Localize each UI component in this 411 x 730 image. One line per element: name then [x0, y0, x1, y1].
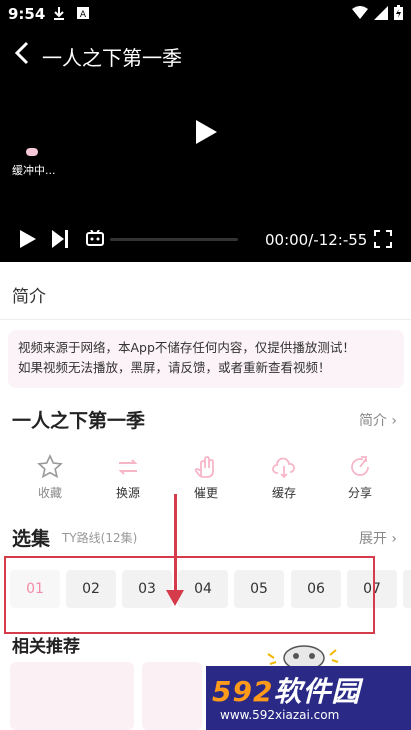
- video-player[interactable]: 9:54 A 一人之下第一季 缓冲中... 00:00/-12:-55: [0, 0, 411, 262]
- show-title: 一人之下第一季: [12, 410, 146, 432]
- episode-button-partial[interactable]: [403, 570, 411, 608]
- share-label: 分享: [347, 486, 372, 500]
- watermark-text: 软件园: [273, 675, 361, 708]
- switch-source-label: 换源: [115, 486, 140, 500]
- annotation-highlight-box: [4, 556, 375, 634]
- related-card[interactable]: [142, 662, 202, 730]
- cloud-download-icon: [272, 457, 295, 479]
- app-notification-icon: A: [77, 7, 89, 20]
- share-button[interactable]: 分享: [330, 454, 390, 501]
- battery-icon: [394, 5, 403, 20]
- annotation-arrow-head: [166, 590, 184, 606]
- cache-label: 缓存: [271, 486, 296, 500]
- episodes-section-title: 选集: [12, 528, 51, 550]
- play-icon[interactable]: [193, 118, 219, 146]
- favorite-label: 收藏: [37, 486, 62, 500]
- switch-source-icon: [118, 459, 138, 475]
- urge-update-label: 催更: [193, 486, 218, 500]
- fullscreen-icon[interactable]: [374, 230, 392, 248]
- route-label[interactable]: TY路线(12集): [62, 529, 137, 546]
- danmaku-icon[interactable]: [86, 230, 104, 246]
- favorite-button[interactable]: 收藏: [20, 454, 80, 501]
- buffering-text: 缓冲中...: [12, 164, 56, 177]
- status-bar: 9:54 A: [0, 0, 411, 28]
- switch-source-button[interactable]: 换源: [98, 454, 158, 501]
- next-episode-icon[interactable]: [50, 228, 70, 250]
- share-icon: [351, 456, 369, 476]
- related-section-title: 相关推荐: [12, 637, 80, 657]
- svg-text:A: A: [80, 10, 87, 20]
- status-time: 9:54: [8, 5, 46, 23]
- notice-line-1: 视频来源于网络，本App不储存任何内容，仅提供播放测试！: [18, 340, 355, 355]
- intro-tab-header[interactable]: 简介: [0, 262, 411, 320]
- download-icon: [54, 7, 64, 20]
- cache-button[interactable]: 缓存: [254, 454, 314, 501]
- back-arrow-icon[interactable]: [12, 40, 34, 66]
- watermark-url: www.592xiazai.com: [220, 708, 340, 722]
- hand-icon: [194, 456, 214, 478]
- video-title: 一人之下第一季: [42, 46, 182, 70]
- urge-update-button[interactable]: 催更: [176, 454, 236, 501]
- progress-bar[interactable]: [110, 238, 238, 241]
- watermark-logo: 592软件园 www.592xiazai.com: [206, 666, 411, 730]
- star-icon: [37, 454, 63, 479]
- action-row: 收藏 换源 催更 缓存 分享: [0, 454, 411, 510]
- time-display: 00:00/-12:-55: [265, 231, 368, 249]
- signal-icon: [374, 5, 388, 20]
- annotation-arrow-line: [174, 494, 177, 594]
- play-button-icon[interactable]: [18, 228, 38, 250]
- buffering-indicator: [26, 148, 38, 156]
- expand-link[interactable]: 展开 ›: [359, 528, 397, 548]
- disclaimer-notice: 视频来源于网络，本App不储存任何内容，仅提供播放测试！ 如果视频无法播放，黑屏…: [8, 330, 404, 388]
- intro-link[interactable]: 简介 ›: [359, 410, 397, 430]
- notice-line-2: 如果视频无法播放，黑屏，请反馈，或者重新查看视频！: [18, 360, 331, 375]
- wifi-icon: [352, 5, 368, 19]
- watermark-number: 592: [212, 675, 274, 708]
- related-card[interactable]: [10, 662, 134, 730]
- intro-header-label: 简介: [12, 287, 46, 307]
